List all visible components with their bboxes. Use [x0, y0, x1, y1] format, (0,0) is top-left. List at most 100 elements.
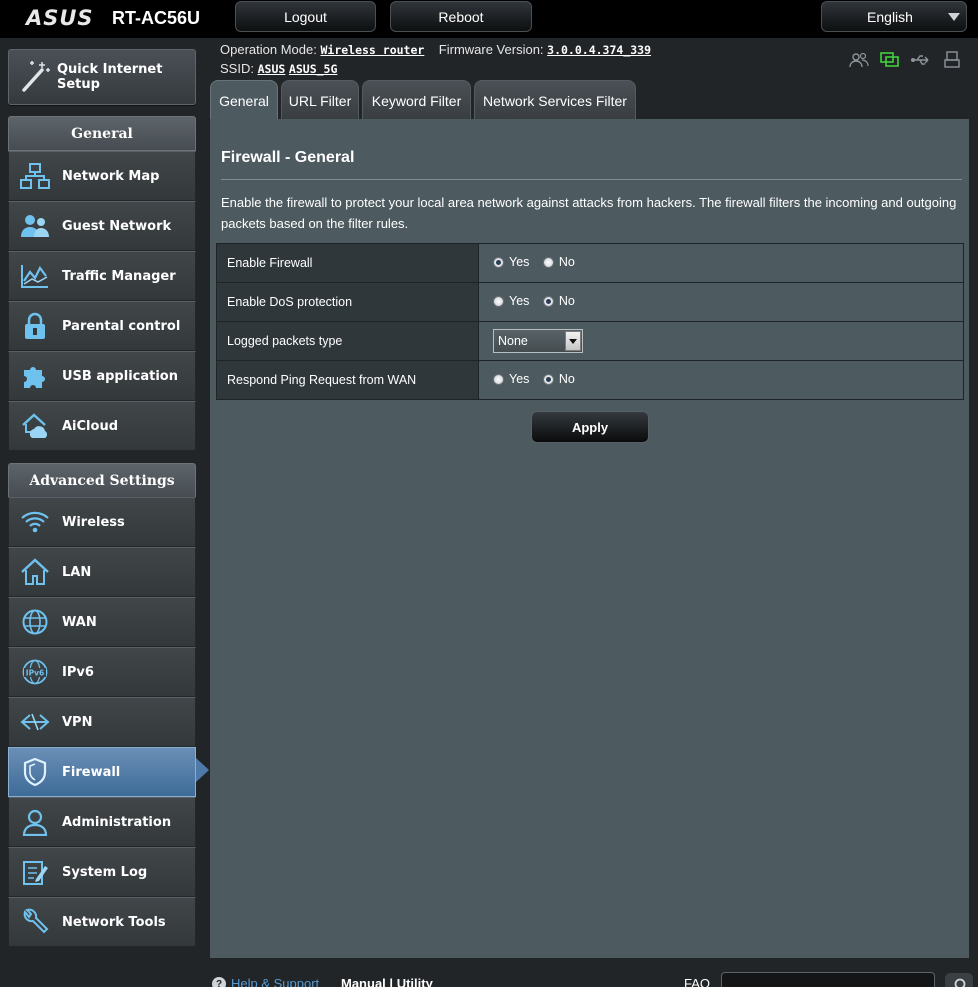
enable-firewall-no-radio[interactable]: [542, 256, 554, 268]
sidebar-item-lan[interactable]: LAN: [8, 547, 196, 597]
sidebar-item-guest-network[interactable]: Guest Network: [8, 201, 196, 251]
radio-label: No: [558, 372, 575, 387]
sidebar-item-label: System Log: [62, 864, 148, 880]
chevron-down-icon: [948, 13, 960, 21]
sidebar-item-label: USB application: [62, 368, 178, 384]
shield-icon: [13, 747, 57, 797]
ssid-link-5g[interactable]: ASUS_5G: [289, 62, 337, 76]
internet-status-icon[interactable]: [879, 50, 901, 70]
sidebar-item-ipv6[interactable]: IPv6 IPv6: [8, 647, 196, 697]
tab-url-filter[interactable]: URL Filter: [281, 80, 359, 120]
utility-link[interactable]: Utility: [397, 976, 433, 987]
sidebar-item-parental-control[interactable]: Parental control: [8, 301, 196, 351]
sidebar-item-label: Network Tools: [62, 914, 166, 930]
lock-icon: [13, 301, 57, 351]
table-row: Enable Firewall Yes No: [216, 243, 964, 283]
table-row: Respond Ping Request from WAN Yes No: [216, 360, 964, 400]
op-mode-link[interactable]: Wireless router: [320, 43, 424, 57]
sidebar-item-wireless[interactable]: Wireless: [8, 497, 196, 547]
language-value: English: [867, 8, 913, 25]
printer-icon[interactable]: [941, 50, 963, 70]
ipv6-icon: IPv6: [13, 647, 57, 697]
sidebar-item-firewall[interactable]: Firewall: [8, 747, 196, 797]
enable-firewall-label: Enable Firewall: [216, 243, 479, 283]
ping-wan-yes-radio[interactable]: [493, 373, 504, 385]
enable-firewall-yes-radio[interactable]: [493, 256, 504, 268]
logged-packets-select[interactable]: None: [493, 329, 583, 353]
sidebar-item-network-tools[interactable]: Network Tools: [8, 897, 196, 947]
sidebar-item-system-log[interactable]: System Log: [8, 847, 196, 897]
help-icon: ?: [212, 977, 226, 987]
magic-wand-icon: [18, 58, 52, 98]
chevron-down-icon: [565, 331, 581, 351]
dos-protection-no-radio[interactable]: [542, 295, 554, 307]
wrench-icon: [13, 897, 57, 947]
sidebar-item-usb-application[interactable]: USB application: [8, 351, 196, 401]
apply-button[interactable]: Apply: [531, 411, 649, 443]
status-icons: [848, 50, 963, 70]
radio-label: Yes: [509, 255, 530, 270]
op-mode-label: Operation Mode:: [220, 42, 317, 57]
radio-label: Yes: [509, 294, 530, 309]
table-row: Logged packets type None: [216, 321, 964, 361]
sidebar-item-label: Network Map: [62, 168, 160, 184]
reboot-button[interactable]: Reboot: [390, 1, 532, 32]
quick-internet-setup-button[interactable]: Quick Internet Setup: [8, 49, 196, 105]
tab-network-services-filter[interactable]: Network Services Filter: [474, 80, 636, 120]
tab-general[interactable]: General: [210, 80, 278, 120]
enable-firewall-options: Yes No: [478, 243, 964, 283]
sidebar-item-traffic-manager[interactable]: Traffic Manager: [8, 251, 196, 301]
dos-protection-yes-radio[interactable]: [493, 295, 504, 307]
home-icon: [13, 547, 57, 597]
ping-wan-no-radio[interactable]: [542, 373, 554, 385]
log-icon: [13, 847, 57, 897]
sidebar-item-label: VPN: [62, 714, 93, 730]
logged-packets-label: Logged packets type: [216, 321, 479, 361]
ssid-label: SSID:: [220, 61, 254, 76]
clients-icon[interactable]: [848, 50, 870, 70]
ssid-link-24g[interactable]: ASUS: [258, 62, 286, 76]
logged-packets-cell: None: [478, 321, 964, 361]
ssid-info: SSID: ASUS ASUS_5G: [220, 61, 337, 76]
traffic-manager-icon: [13, 251, 57, 301]
vpn-icon: [13, 697, 57, 747]
title-divider: [221, 179, 962, 180]
svg-text:IPv6: IPv6: [26, 669, 44, 678]
radio-label: No: [558, 294, 575, 309]
firewall-settings-table: Enable Firewall Yes No Enable DoS protec…: [216, 243, 964, 400]
language-select[interactable]: English: [821, 1, 967, 32]
model-name: RT-AC56U: [112, 8, 201, 28]
dos-protection-options: Yes No: [478, 282, 964, 322]
sidebar-item-label: Guest Network: [62, 218, 172, 234]
sidebar-item-administration[interactable]: Administration: [8, 797, 196, 847]
usb-icon[interactable]: [910, 50, 932, 70]
radio-label: No: [558, 255, 575, 270]
quick-setup-label: Quick Internet Setup: [57, 62, 163, 92]
footer-separator: |: [389, 976, 394, 987]
firmware-link[interactable]: 3.0.0.4.374_339: [547, 43, 651, 57]
sidebar-item-label: LAN: [62, 564, 92, 580]
sidebar-item-label: Wireless: [62, 514, 125, 530]
faq-search-input[interactable]: [721, 972, 935, 987]
cloud-home-icon: [13, 401, 57, 451]
help-support-link[interactable]: Help & Support: [231, 976, 319, 987]
faq-label: FAQ: [684, 976, 711, 987]
sidebar-item-wan[interactable]: WAN: [8, 597, 196, 647]
footer-links: Manual | Utility: [341, 976, 433, 987]
firewall-general-panel: Firewall - General Enable the firewall t…: [210, 119, 969, 958]
page-title: Firewall - General: [221, 149, 355, 166]
dos-protection-label: Enable DoS protection: [216, 282, 479, 322]
tab-keyword-filter[interactable]: Keyword Filter: [362, 80, 471, 120]
puzzle-icon: [13, 351, 57, 401]
guest-network-icon: [13, 201, 57, 251]
advanced-settings-section-header: Advanced Settings: [8, 463, 196, 498]
globe-icon: [13, 597, 57, 647]
search-icon[interactable]: [945, 973, 973, 987]
manual-link[interactable]: Manual: [341, 976, 386, 987]
sidebar-item-network-map[interactable]: Network Map: [8, 151, 196, 201]
sidebar-item-aicloud[interactable]: AiCloud: [8, 401, 196, 451]
logout-button[interactable]: Logout: [235, 1, 376, 32]
network-map-icon: [13, 151, 57, 201]
ping-wan-options: Yes No: [478, 360, 964, 400]
sidebar-item-vpn[interactable]: VPN: [8, 697, 196, 747]
